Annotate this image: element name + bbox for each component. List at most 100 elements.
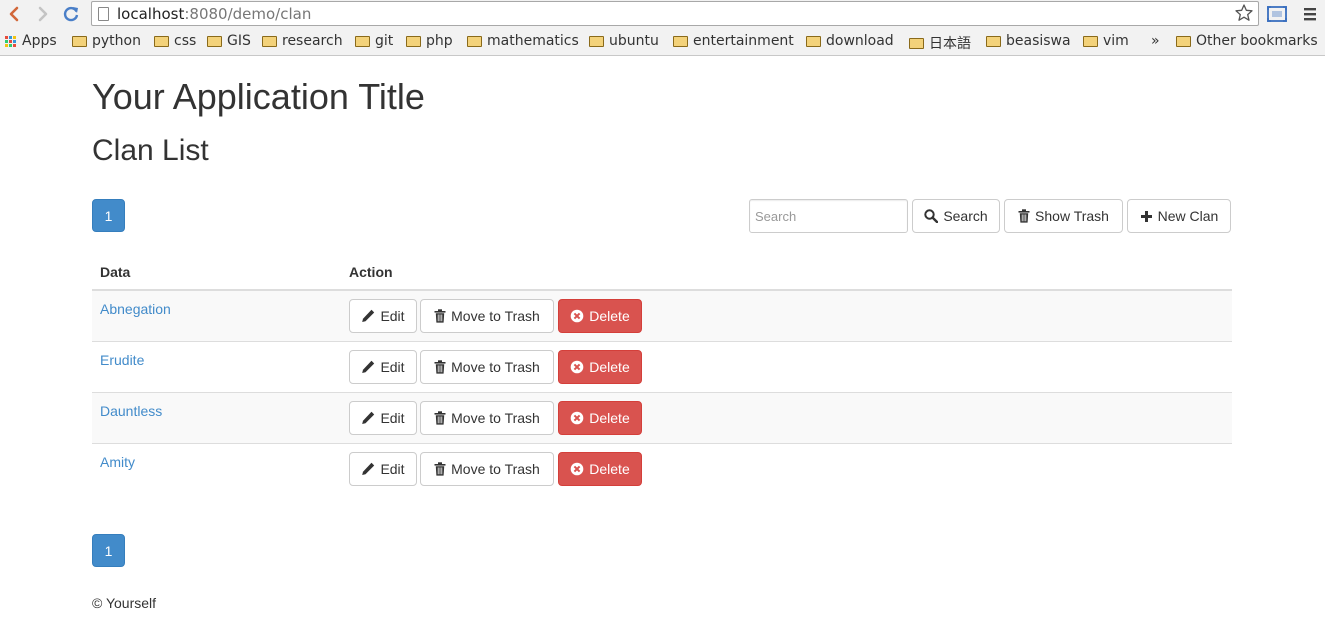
clan-link[interactable]: Dauntless xyxy=(100,403,162,419)
footer-copyright: © Yourself xyxy=(92,595,157,611)
folder-icon xyxy=(406,35,421,47)
bookmark-php[interactable]: php xyxy=(406,33,453,49)
folder-icon xyxy=(909,37,924,49)
bookmark-label: Apps xyxy=(22,33,57,49)
pencil-icon xyxy=(362,411,375,424)
edit-button[interactable]: Edit xyxy=(349,452,417,486)
edit-button[interactable]: Edit xyxy=(349,299,417,333)
forward-button[interactable] xyxy=(33,4,53,24)
bookmark-label: git xyxy=(375,33,394,49)
bookmark-research[interactable]: research xyxy=(262,33,343,49)
apps-grid-icon xyxy=(5,35,16,47)
bookmark-label: python xyxy=(92,33,141,49)
menu-icon[interactable] xyxy=(1302,4,1318,27)
bookmark-label: entertainment xyxy=(693,33,794,49)
bookmark-apps[interactable]: Apps xyxy=(5,33,57,49)
cast-icon[interactable] xyxy=(1266,4,1288,27)
remove-circle-icon xyxy=(570,462,584,476)
folder-icon xyxy=(806,35,821,47)
back-arrow-icon xyxy=(9,6,19,22)
folder-icon xyxy=(355,35,370,47)
edit-label: Edit xyxy=(380,308,405,324)
bookmark-label: mathematics xyxy=(487,33,579,49)
bookmark-gis[interactable]: GIS xyxy=(207,33,251,49)
move-to-trash-button[interactable]: Move to Trash xyxy=(420,401,554,435)
pencil-icon xyxy=(362,462,375,475)
move-to-trash-button[interactable]: Move to Trash xyxy=(420,299,554,333)
edit-button[interactable]: Edit xyxy=(349,350,417,384)
bookmark-mathematics[interactable]: mathematics xyxy=(467,33,579,49)
trash-icon xyxy=(434,462,446,476)
bookmark-label: Other bookmarks xyxy=(1196,33,1318,49)
column-header-action: Action xyxy=(349,264,393,280)
bookmark-label: 日本語 xyxy=(929,36,971,52)
bookmark-beasiswa[interactable]: beasiswa xyxy=(986,33,1071,49)
reload-icon xyxy=(63,6,79,22)
address-bar[interactable]: localhost:8080/demo/clan xyxy=(91,1,1259,26)
edit-label: Edit xyxy=(380,410,405,426)
delete-button[interactable]: Delete xyxy=(558,350,642,384)
table-row: Erudite Edit Move to Trash Delete xyxy=(92,342,1232,393)
move-to-trash-button[interactable]: Move to Trash xyxy=(420,350,554,384)
back-button[interactable] xyxy=(4,4,24,24)
edit-label: Edit xyxy=(380,359,405,375)
folder-icon xyxy=(467,35,482,47)
delete-button[interactable]: Delete xyxy=(558,401,642,435)
bookmark-label: beasiswa xyxy=(1006,33,1071,49)
browser-toolbar: localhost:8080/demo/clan xyxy=(0,0,1325,28)
new-clan-button[interactable]: New Clan xyxy=(1127,199,1231,233)
trash-icon xyxy=(1018,209,1030,223)
table-row: Abnegation Edit Move to Trash Delete xyxy=(92,291,1232,342)
reload-button[interactable] xyxy=(61,4,81,24)
clan-link[interactable]: Erudite xyxy=(100,352,144,368)
search-button[interactable]: Search xyxy=(912,199,1000,233)
show-trash-label: Show Trash xyxy=(1035,208,1109,224)
pagination-page-1-top[interactable]: 1 xyxy=(92,199,125,232)
folder-icon xyxy=(154,35,169,47)
search-button-label: Search xyxy=(943,208,988,224)
trash-icon xyxy=(434,411,446,425)
pagination-page-1-bottom[interactable]: 1 xyxy=(92,534,125,567)
overflow-label: » xyxy=(1151,33,1160,49)
bookmark-download[interactable]: download xyxy=(806,33,894,49)
show-trash-button[interactable]: Show Trash xyxy=(1004,199,1123,233)
search-input[interactable] xyxy=(749,199,908,233)
bookmark-python[interactable]: python xyxy=(72,33,141,49)
folder-icon xyxy=(207,35,222,47)
bookmark-label: GIS xyxy=(227,33,251,49)
column-header-data: Data xyxy=(100,264,131,280)
bookmark-vim[interactable]: vim xyxy=(1083,33,1129,49)
bookmark-label: php xyxy=(426,33,453,49)
bookmark-css[interactable]: css xyxy=(154,33,196,49)
pencil-icon xyxy=(362,360,375,373)
bookmark-label: vim xyxy=(1103,33,1129,49)
delete-label: Delete xyxy=(589,410,630,426)
move-to-trash-button[interactable]: Move to Trash xyxy=(420,452,554,486)
folder-icon xyxy=(673,35,688,47)
bookmark-ubuntu[interactable]: ubuntu xyxy=(589,33,659,49)
edit-button[interactable]: Edit xyxy=(349,401,417,435)
pencil-icon xyxy=(362,309,375,322)
remove-circle-icon xyxy=(570,411,584,425)
delete-button[interactable]: Delete xyxy=(558,299,642,333)
clan-link[interactable]: Amity xyxy=(100,454,135,470)
bookmark-other[interactable]: Other bookmarks xyxy=(1176,33,1318,49)
url-text: localhost:8080/demo/clan xyxy=(117,5,312,23)
clan-link[interactable]: Abnegation xyxy=(100,301,171,317)
page-icon xyxy=(98,7,109,21)
delete-label: Delete xyxy=(589,461,630,477)
move-to-trash-label: Move to Trash xyxy=(451,410,540,426)
bookmark-git[interactable]: git xyxy=(355,33,393,49)
bookmarks-overflow-button[interactable]: » xyxy=(1151,33,1160,49)
app-title: Your Application Title xyxy=(92,76,425,117)
bookmark-entertainment[interactable]: entertainment xyxy=(673,33,794,49)
bookmark-star-icon[interactable] xyxy=(1234,3,1254,26)
table-row: Amity Edit Move to Trash Delete xyxy=(92,444,1232,495)
bookmark-label: css xyxy=(174,33,197,49)
delete-label: Delete xyxy=(589,308,630,324)
trash-icon xyxy=(434,309,446,323)
bookmark-japanese[interactable]: 日本語 xyxy=(909,33,971,53)
folder-icon xyxy=(262,35,277,47)
edit-label: Edit xyxy=(380,461,405,477)
delete-button[interactable]: Delete xyxy=(558,452,642,486)
